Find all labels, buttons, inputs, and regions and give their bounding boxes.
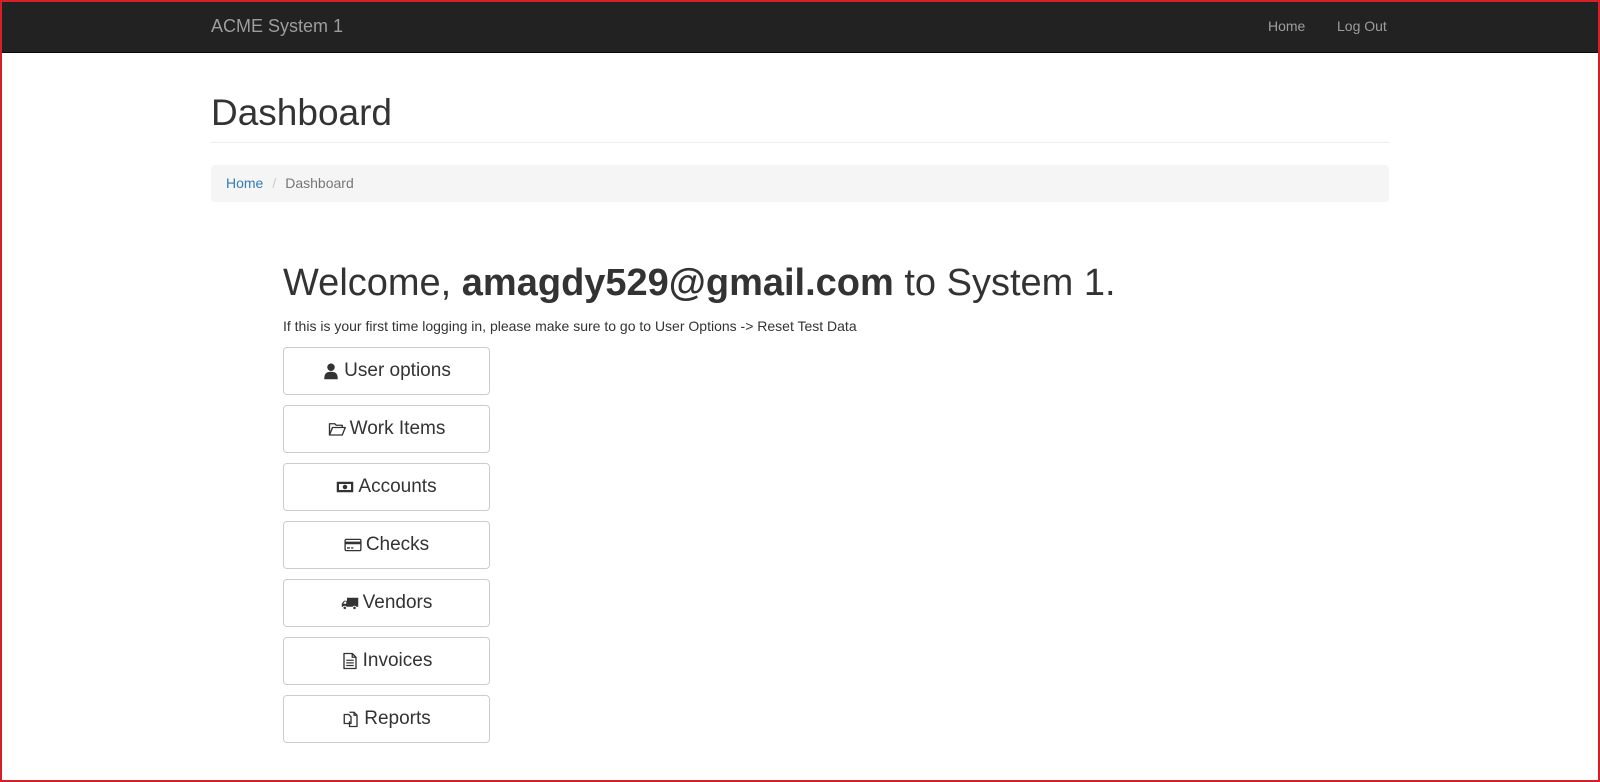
breadcrumb-current: Dashboard (285, 175, 354, 191)
breadcrumb: Home / Dashboard (211, 165, 1389, 202)
user-icon (322, 362, 340, 380)
accounts-label: Accounts (358, 476, 437, 497)
page-title: Dashboard (211, 92, 393, 133)
accounts-button[interactable]: Accounts (283, 463, 490, 511)
work-items-button[interactable]: Work Items (283, 405, 490, 453)
breadcrumb-home-link[interactable]: Home (226, 175, 263, 191)
title-divider (211, 142, 1389, 143)
money-icon (336, 478, 354, 496)
invoices-label: Invoices (362, 650, 433, 671)
vendors-button[interactable]: Vendors (283, 579, 490, 627)
work-items-label: Work Items (349, 418, 446, 439)
first-login-notice: If this is your first time logging in, p… (283, 318, 857, 334)
welcome-suffix: to System 1. (893, 262, 1116, 304)
truck-icon (341, 594, 359, 612)
nav-home-link[interactable]: Home (1268, 17, 1305, 35)
files-icon (342, 710, 360, 728)
reports-button[interactable]: Reports (283, 695, 490, 743)
file-text-icon (341, 652, 359, 670)
breadcrumb-separator: / (272, 175, 277, 191)
folder-open-icon (328, 420, 346, 438)
invoices-button[interactable]: Invoices (283, 637, 490, 685)
checks-label: Checks (365, 534, 430, 555)
welcome-email: amagdy529@gmail.com (461, 262, 894, 304)
checks-button[interactable]: Checks (283, 521, 490, 569)
top-navbar: ACME System 1 Home Log Out (0, 0, 1600, 53)
user-options-label: User options (344, 360, 451, 381)
dashboard-menu: User options Work Items Accounts Checks … (283, 347, 490, 753)
reports-label: Reports (364, 708, 431, 729)
vendors-label: Vendors (362, 592, 433, 613)
credit-card-icon (344, 536, 362, 554)
welcome-heading: Welcome, amagdy529@gmail.com to System 1… (283, 260, 1116, 306)
brand-link[interactable]: ACME System 1 (211, 15, 343, 37)
user-options-button[interactable]: User options (283, 347, 490, 395)
welcome-prefix: Welcome, (283, 262, 462, 304)
nav-logout-link[interactable]: Log Out (1337, 17, 1387, 35)
